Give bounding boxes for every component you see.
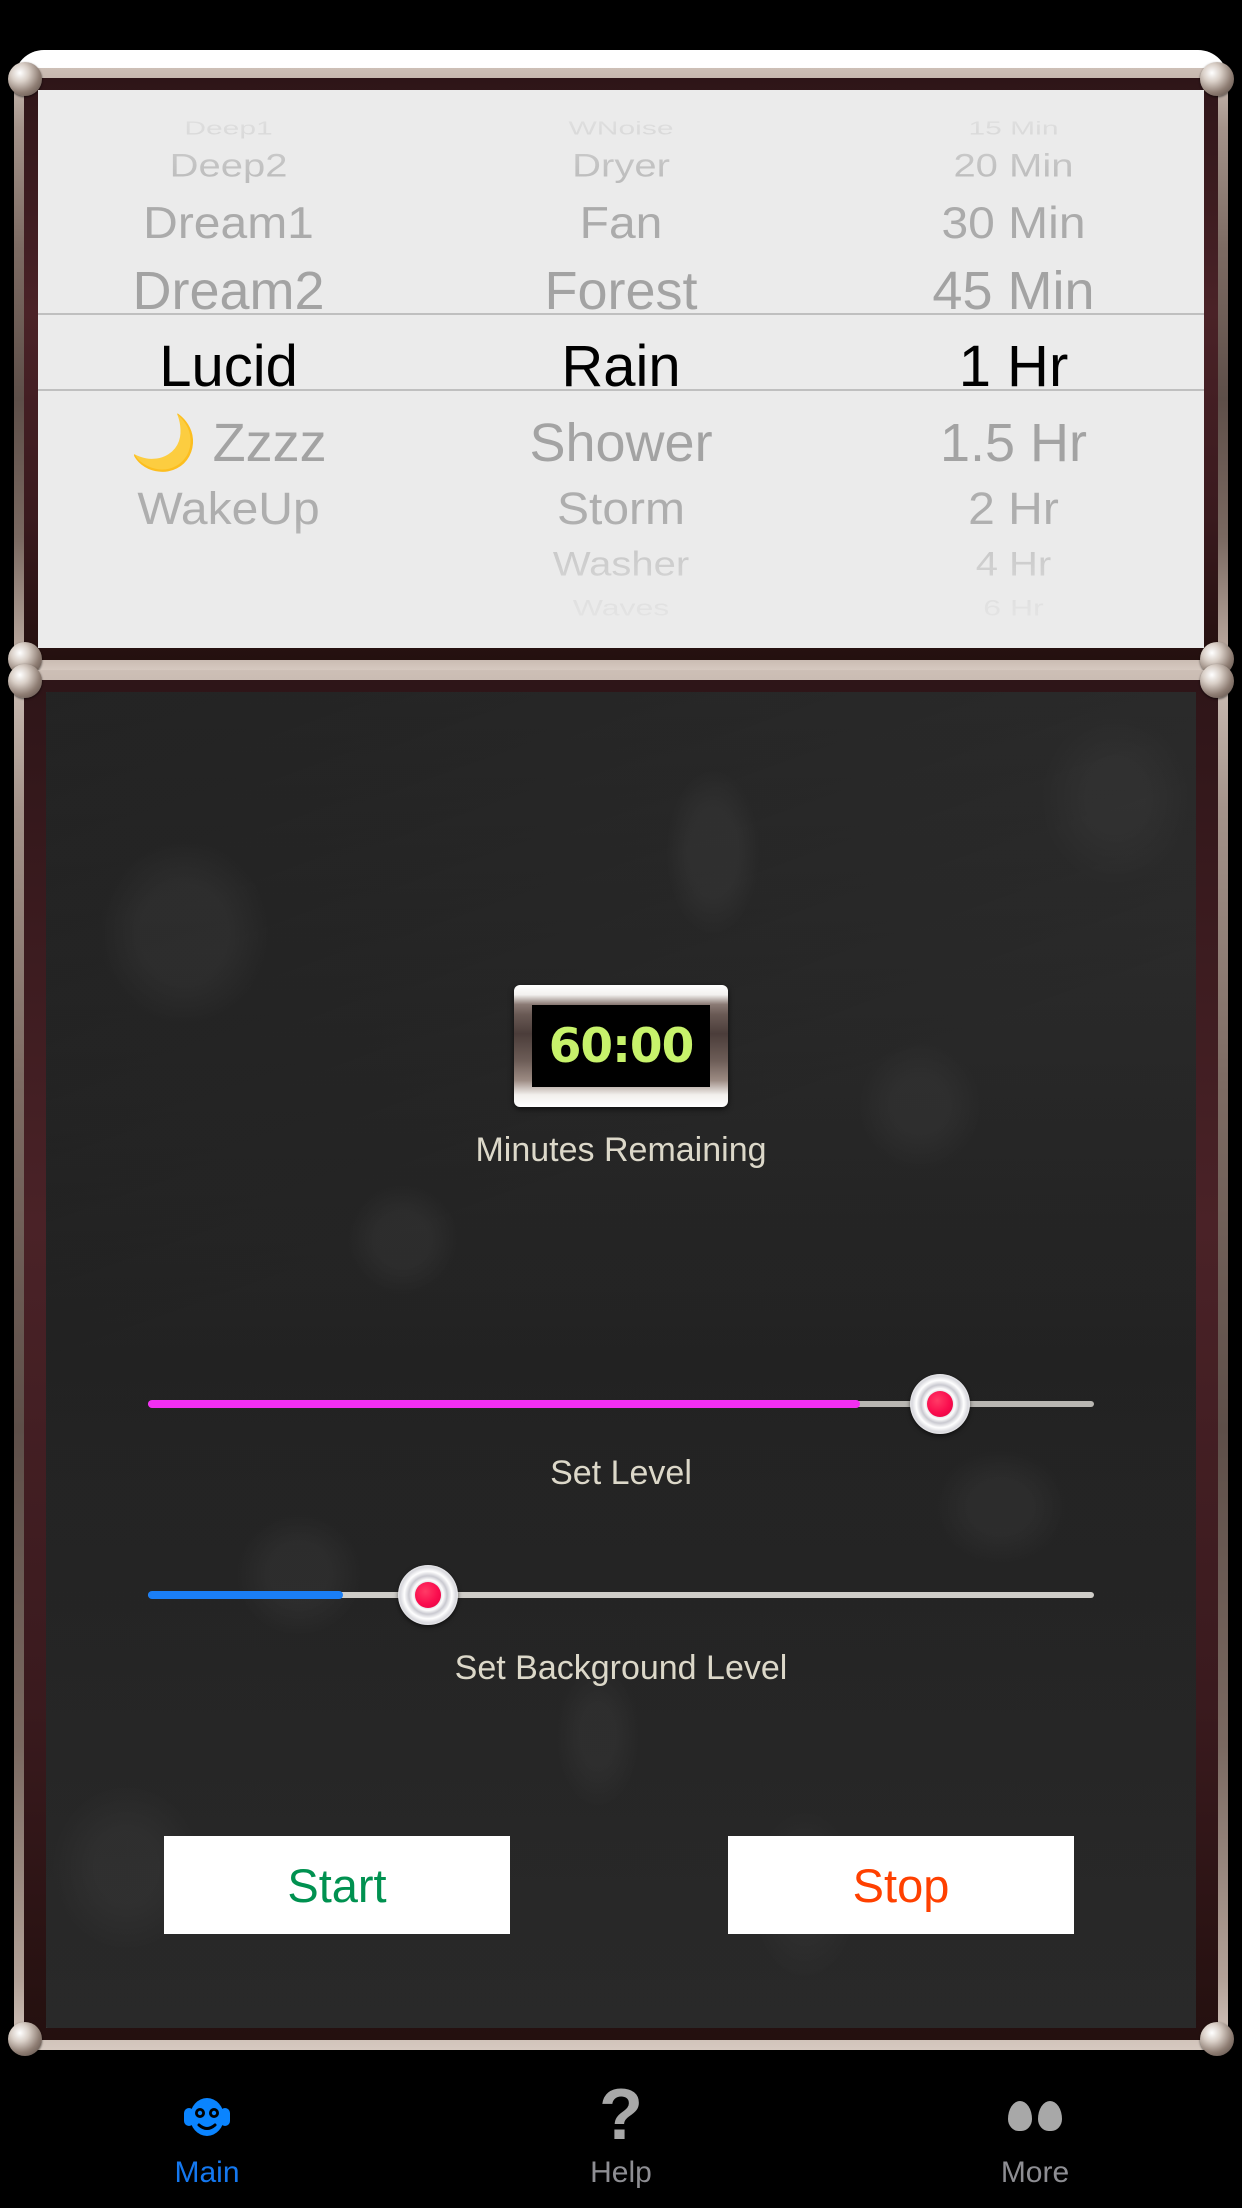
picker-item[interactable]: Dream1 (38, 198, 419, 249)
set-level-label: Set Level (550, 1454, 692, 1492)
frame-nub-tl (8, 62, 42, 96)
more-dots-icon (1003, 2084, 1067, 2148)
set-level-slider[interactable] (148, 1374, 1094, 1434)
stop-button[interactable]: Stop (728, 1836, 1074, 1934)
picker-column-sound[interactable]: WNoise Dryer Fan Forest Rain Shower Stor… (419, 90, 823, 648)
app-root: Deep1 Deep2 Dream1 Dream2 Lucid 🌙 Zzzz W… (0, 0, 1242, 2208)
picker-item[interactable]: WakeUp (38, 484, 419, 536)
tab-more[interactable]: More (828, 2058, 1242, 2208)
set-level-slider-thumb[interactable] (910, 1374, 970, 1434)
picker-item[interactable]: Fan (419, 198, 823, 249)
question-mark-icon: ? (599, 2075, 643, 2156)
picker-item[interactable]: WNoise (419, 118, 823, 139)
picker-item[interactable]: 4 Hr (823, 545, 1204, 584)
picker-selection-line-top (38, 313, 1204, 315)
timer-value: 60:00 (548, 1018, 695, 1074)
tab-main[interactable]: Main (0, 2058, 414, 2208)
tab-more-label: More (1000, 2156, 1070, 2189)
picker-item[interactable]: Dryer (419, 149, 823, 185)
set-background-level-slider-fill (148, 1591, 343, 1599)
tab-bar: Main ? Help More (0, 2058, 1242, 2208)
picker-item[interactable]: 1.5 Hr (823, 412, 1204, 474)
frame-nub-tr-2 (1200, 664, 1234, 698)
frame-nub-tr (1200, 62, 1234, 96)
tab-main-label: Main (174, 2156, 240, 2189)
picker-selection-line-bottom (38, 389, 1204, 391)
control-panel (46, 692, 1196, 2028)
picker-item[interactable]: Deep2 (38, 149, 419, 185)
picker-column-duration[interactable]: 15 Min 20 Min 30 Min 45 Min 1 Hr 1.5 Hr … (823, 90, 1204, 648)
frame-nub-br-2 (1200, 2022, 1234, 2056)
picker-item[interactable]: Storm (419, 484, 823, 536)
picker-item[interactable]: Washer (419, 545, 823, 584)
picker-item[interactable]: Deep1 (38, 118, 419, 139)
picker-item[interactable]: 6 Hr (823, 596, 1204, 621)
headphones-face-icon (175, 2084, 239, 2148)
set-level-slider-fill (148, 1400, 860, 1408)
picker-item[interactable]: 15 Min (823, 118, 1204, 139)
set-background-level-slider[interactable] (148, 1565, 1094, 1625)
picker-item[interactable]: 🌙 Zzzz (38, 412, 419, 475)
picker-item[interactable]: 20 Min (823, 149, 1204, 185)
set-background-level-slider-thumb[interactable] (398, 1565, 458, 1625)
picker-item[interactable]: Waves (419, 596, 823, 621)
sound-program-picker[interactable]: Deep1 Deep2 Dream1 Dream2 Lucid 🌙 Zzzz W… (38, 90, 1204, 648)
picker-item[interactable]: 2 Hr (823, 484, 1204, 536)
picker-item[interactable]: 30 Min (823, 198, 1204, 249)
frame-nub-tl-2 (8, 664, 42, 698)
set-background-level-label: Set Background Level (454, 1649, 788, 1687)
start-button[interactable]: Start (164, 1836, 510, 1934)
timer-caption: Minutes Remaining (475, 1131, 767, 1169)
timer-display-screen: 60:00 (532, 1005, 710, 1087)
tab-help[interactable]: ? Help (414, 2058, 828, 2208)
timer-display-bezel: 60:00 (514, 985, 728, 1107)
tab-help-label: Help (590, 2156, 652, 2189)
frame-nub-bl-2 (8, 2022, 42, 2056)
picker-column-program[interactable]: Deep1 Deep2 Dream1 Dream2 Lucid 🌙 Zzzz W… (38, 90, 419, 648)
picker-item[interactable]: Shower (419, 412, 823, 474)
